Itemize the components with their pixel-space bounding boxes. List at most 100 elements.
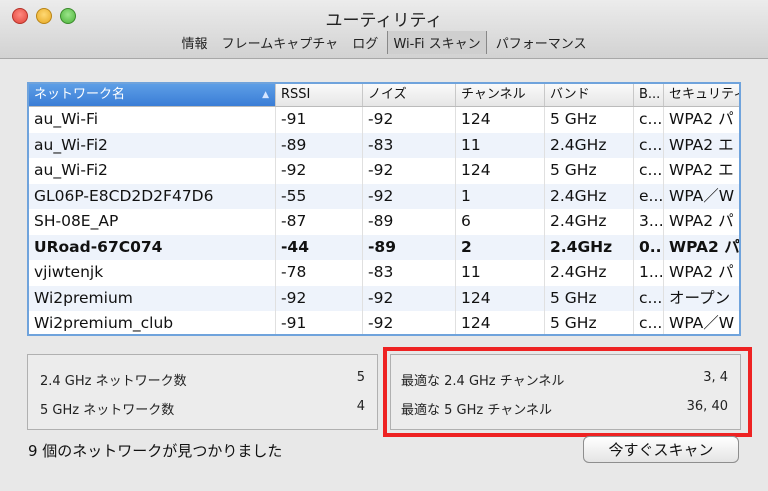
count-5ghz-value: 4 <box>356 399 365 414</box>
cell-security: WPA2 パ <box>664 260 739 286</box>
table-row[interactable]: au_Wi-Fi -91 -92 124 5 GHz c... WPA2 パ <box>29 107 739 133</box>
cell-noise: -92 <box>363 183 456 209</box>
cell-noise: -83 <box>363 132 456 158</box>
cell-security: WPA2 パ <box>664 107 739 133</box>
cell-network-name: au_Wi-Fi2 <box>29 158 276 184</box>
cell-channel: 124 <box>456 107 545 133</box>
cell-bssid: c... <box>634 107 664 133</box>
table-row[interactable]: Wi2premium_club -91 -92 124 5 GHz c... WPA／W <box>29 311 739 334</box>
cell-network-name: Wi2premium <box>29 285 276 311</box>
cell-bssid: 0... <box>634 234 664 260</box>
cell-rssi: -78 <box>276 260 363 286</box>
cell-band: 5 GHz <box>545 311 634 334</box>
cell-band: 2.4GHz <box>545 132 634 158</box>
cell-band: 2.4GHz <box>545 209 634 235</box>
cell-noise: -83 <box>363 260 456 286</box>
cell-channel: 124 <box>456 285 545 311</box>
cell-rssi: -44 <box>276 234 363 260</box>
status-text: 9 個のネットワークが見つかりました <box>28 442 283 460</box>
cell-bssid: 1... <box>634 260 664 286</box>
highlight-annotation-box <box>383 347 752 437</box>
column-header-band[interactable]: バンド <box>545 84 634 106</box>
table-row[interactable]: Wi2premium -92 -92 124 5 GHz c... オープン <box>29 285 739 312</box>
column-header-rssi[interactable]: RSSI <box>276 84 363 106</box>
cell-security: WPA2 パ <box>664 209 739 235</box>
cell-rssi: -55 <box>276 183 363 209</box>
cell-network-name: vjiwtenjk <box>29 260 276 286</box>
cell-channel: 6 <box>456 209 545 235</box>
cell-noise: -92 <box>363 285 456 311</box>
cell-channel: 11 <box>456 260 545 286</box>
cell-noise: -89 <box>363 234 456 260</box>
column-header-security[interactable]: セキュリティ <box>664 84 739 106</box>
cell-security: WPA2 パ <box>664 235 739 261</box>
cell-rssi: -91 <box>276 311 363 334</box>
tab-wifi-scan[interactable]: Wi-Fi スキャン <box>387 31 487 54</box>
column-header-network-name[interactable]: ネットワーク名 ▲ <box>29 84 276 106</box>
cell-band: 5 GHz <box>545 285 634 311</box>
cell-rssi: -91 <box>276 107 363 133</box>
cell-band: 5 GHz <box>545 107 634 133</box>
network-table[interactable]: ネットワーク名 ▲ RSSI ノイズ チャンネル バンド B... セキュリティ… <box>27 82 741 336</box>
cell-network-name: SH-08E_AP <box>29 209 276 235</box>
cell-security: WPA／W <box>664 311 739 334</box>
title-bar: ユーティリティ 情報 フレームキャプチャ ログ Wi-Fi スキャン パフォーマ… <box>0 0 768 59</box>
count-24ghz-label: 2.4 GHz ネットワーク数 <box>40 374 187 389</box>
cell-noise: -92 <box>363 107 456 133</box>
utility-window: ユーティリティ 情報 フレームキャプチャ ログ Wi-Fi スキャン パフォーマ… <box>0 0 768 491</box>
cell-channel: 124 <box>456 158 545 184</box>
table-row[interactable]: au_Wi-Fi2 -89 -83 11 2.4GHz c... WPA2 エ <box>29 132 739 159</box>
count-5ghz-label: 5 GHz ネットワーク数 <box>40 403 175 418</box>
cell-noise: -92 <box>363 311 456 334</box>
count-24ghz-value: 5 <box>356 370 365 385</box>
table-row[interactable]: SH-08E_AP -87 -89 6 2.4GHz 3... WPA2 パ <box>29 209 739 235</box>
cell-network-name: URoad-67C074 <box>29 234 276 260</box>
tab-log[interactable]: ログ <box>347 31 383 54</box>
cell-rssi: -89 <box>276 132 363 158</box>
cell-network-name: au_Wi-Fi <box>29 107 276 133</box>
cell-channel: 1 <box>456 183 545 209</box>
cell-bssid: c... <box>634 132 664 158</box>
sort-ascending-icon: ▲ <box>262 90 269 100</box>
table-row[interactable]: vjiwtenjk -78 -83 11 2.4GHz 1... WPA2 パ <box>29 260 739 286</box>
cell-bssid: e... <box>634 183 664 209</box>
tab-performance[interactable]: パフォーマンス <box>491 31 592 54</box>
cell-bssid: c... <box>634 285 664 311</box>
cell-band: 5 GHz <box>545 158 634 184</box>
scan-now-button[interactable]: 今すぐスキャン <box>583 436 739 463</box>
column-header-bssid[interactable]: B... <box>634 84 664 106</box>
cell-channel: 11 <box>456 132 545 158</box>
cell-rssi: -92 <box>276 158 363 184</box>
cell-rssi: -92 <box>276 285 363 311</box>
cell-noise: -89 <box>363 209 456 235</box>
tab-info[interactable]: 情報 <box>177 31 213 54</box>
table-row[interactable]: au_Wi-Fi2 -92 -92 124 5 GHz c... WPA2 エ <box>29 158 739 184</box>
cell-security: オープン <box>664 286 739 312</box>
cell-network-name: Wi2premium_club <box>29 311 276 334</box>
toolbar: 情報 フレームキャプチャ ログ Wi-Fi スキャン パフォーマンス <box>0 31 768 54</box>
cell-band: 2.4GHz <box>545 260 634 286</box>
column-header-channel[interactable]: チャンネル <box>456 84 545 106</box>
cell-security: WPA／W <box>664 184 739 210</box>
cell-band: 2.4GHz <box>545 183 634 209</box>
cell-network-name: GL06P-E8CD2D2F47D6 <box>29 183 276 209</box>
cell-channel: 2 <box>456 234 545 260</box>
cell-security: WPA2 エ <box>664 158 739 184</box>
window-title: ユーティリティ <box>325 11 443 31</box>
cell-bssid: c... <box>634 158 664 184</box>
cell-noise: -92 <box>363 158 456 184</box>
cell-bssid: c... <box>634 311 664 334</box>
column-header-noise[interactable]: ノイズ <box>363 84 456 106</box>
network-count-panel: 2.4 GHz ネットワーク数 5 5 GHz ネットワーク数 4 <box>27 354 378 430</box>
cell-channel: 124 <box>456 311 545 334</box>
cell-rssi: -87 <box>276 209 363 235</box>
column-label: ネットワーク名 <box>34 87 126 102</box>
cell-bssid: 3... <box>634 209 664 235</box>
table-header: ネットワーク名 ▲ RSSI ノイズ チャンネル バンド B... セキュリティ <box>29 84 739 107</box>
cell-security: WPA2 エ <box>664 133 739 159</box>
cell-band: 2.4GHz <box>545 234 634 260</box>
table-row[interactable]: GL06P-E8CD2D2F47D6 -55 -92 1 2.4GHz e... WPA／W <box>29 183 739 210</box>
cell-network-name: au_Wi-Fi2 <box>29 132 276 158</box>
table-row[interactable]: URoad-67C074-44-8922.4GHz0...WPA2 パ <box>29 234 739 261</box>
tab-frame-capture[interactable]: フレームキャプチャ <box>217 31 343 54</box>
